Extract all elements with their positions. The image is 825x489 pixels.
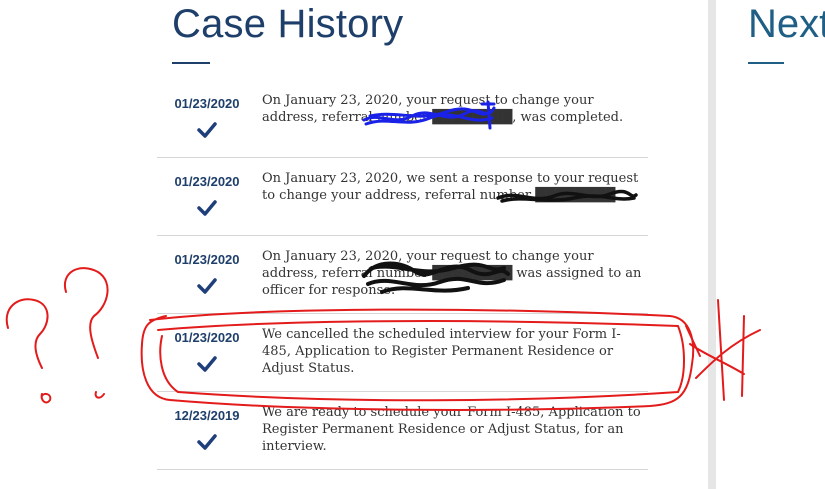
- entry-date: 01/23/2020: [174, 330, 240, 345]
- entry-date: 01/23/2020: [174, 174, 240, 189]
- entry-text: On January 23, 2020, we sent a response …: [262, 171, 639, 203]
- entry-date: 01/23/2020: [174, 96, 240, 111]
- history-entry: 01/23/2020 On January 23, 2020, we sent …: [157, 158, 648, 236]
- case-history-list: 01/23/2020 On January 23, 2020, your req…: [157, 80, 648, 470]
- title-underline: [172, 62, 210, 64]
- checkmark-icon: [197, 278, 217, 294]
- entry-date: 01/23/2020: [174, 252, 240, 267]
- red-x-annotation: [685, 299, 761, 401]
- case-history-page: Case History Next 01/23/2020 On January …: [0, 0, 825, 489]
- checkmark-icon: [197, 122, 217, 138]
- checkmark-icon: [197, 434, 217, 450]
- entry-text: We cancelled the scheduled interview for…: [262, 327, 621, 376]
- entry-text: We are ready to schedule your Form I-485…: [262, 405, 641, 454]
- history-entry: 01/23/2020 On January 23, 2020, your req…: [157, 236, 648, 314]
- next-section-underline: [748, 62, 784, 64]
- checkmark-icon: [197, 200, 217, 216]
- page-title: Case History: [172, 2, 404, 46]
- column-divider: [708, 0, 716, 489]
- entry-text: On January 23, 2020, your request to cha…: [262, 249, 642, 298]
- history-entry: 12/23/2019 We are ready to schedule your…: [157, 392, 648, 470]
- entry-date: 12/23/2019: [174, 408, 240, 423]
- entry-text: On January 23, 2020, your request to cha…: [262, 93, 624, 125]
- checkmark-icon: [197, 356, 217, 372]
- red-question-marks-annotation: [5, 267, 109, 404]
- next-section-title: Next: [748, 2, 825, 46]
- history-entry: 01/23/2020 On January 23, 2020, your req…: [157, 80, 648, 158]
- history-entry: 01/23/2020 We cancelled the scheduled in…: [157, 314, 648, 392]
